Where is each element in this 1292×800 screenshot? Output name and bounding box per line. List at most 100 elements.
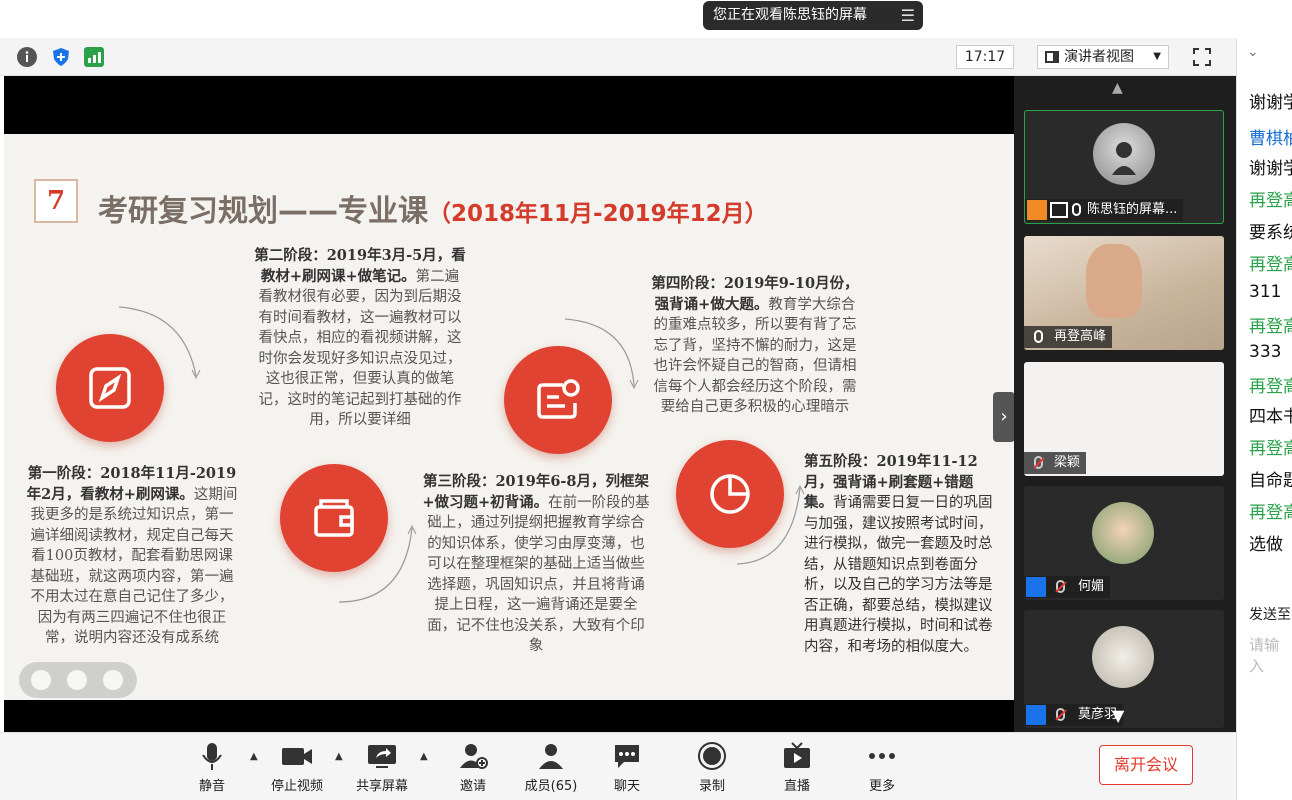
info-icon[interactable] [17, 47, 37, 67]
stage-1-body: 这期间我更多的是系统过知识点，第一遍详细阅读教材，规定自己每天看100页教材，配… [30, 486, 238, 647]
participant-name-bar: 梁颖 [1024, 452, 1087, 474]
caret-up-icon[interactable]: ▲ [335, 751, 343, 762]
microphone-icon [1034, 330, 1043, 343]
chat-message: 再登高 [1249, 255, 1292, 275]
more-button[interactable]: 更多 [847, 741, 917, 794]
participant-tile[interactable]: 陈思钰的屏幕... [1024, 110, 1224, 224]
chat-message: 选做 [1249, 535, 1283, 555]
next-page-button[interactable]: › [993, 392, 1015, 442]
chat-message: 再登高 [1249, 377, 1292, 397]
participant-tile[interactable]: 何媚 [1024, 486, 1224, 600]
members-button[interactable]: 成员(65) [516, 741, 586, 794]
record-icon [677, 741, 747, 771]
more-icon[interactable] [103, 670, 123, 690]
video-camera-icon [262, 741, 332, 771]
stage-2-body: 第二遍看教材很有必要，因为到后期没有时间看教材，这一遍教材可以看快点，相应的看视… [258, 268, 462, 429]
chat-message: 再登高 [1249, 503, 1292, 523]
chat-message: 谢谢学 [1249, 93, 1292, 113]
meeting-toolbar: 17:17 演讲者视图 ▼ [0, 38, 1236, 76]
arrow-arc [118, 306, 201, 380]
caret-up-icon[interactable]: ▲ [420, 751, 428, 762]
grid-icon[interactable] [31, 670, 51, 690]
layout-icon [1045, 51, 1059, 63]
live-stream-icon [762, 741, 832, 771]
muted-microphone-icon [1034, 456, 1043, 469]
video-feed [1086, 244, 1142, 318]
slide-title-range: （2018年11月-2019年12月） [428, 201, 768, 227]
avatar [1092, 626, 1154, 688]
microphone-icon [177, 741, 247, 771]
participant-name-bar: 陈思钰的屏幕... [1025, 199, 1184, 221]
live-button[interactable]: 直播 [762, 741, 832, 794]
chat-message: 再登高 [1249, 439, 1292, 459]
muted-microphone-icon [1056, 580, 1065, 593]
scroll-down-icon[interactable]: ▼ [1112, 706, 1124, 725]
stage-1-text: 第一阶段：2018年11月-2019年2月，看教材+刷网课。这期间我更多的是系统… [26, 464, 238, 649]
chat-bubble-icon [592, 741, 662, 771]
participant-tile[interactable]: 梁颖 [1024, 362, 1224, 476]
stage-2-text: 第二阶段：2019年3月-5月，看教材+刷网课+做笔记。第二遍看教材很有必要，因… [254, 246, 466, 431]
more-dots-icon [847, 741, 917, 771]
stop-video-button[interactable]: 停止视频 [262, 741, 332, 794]
screen-share-banner[interactable]: 您正在观看陈思钰的屏幕 ☰ [703, 1, 923, 30]
fullscreen-icon[interactable] [1192, 47, 1212, 67]
share-banner-text: 您正在观看陈思钰的屏幕 [713, 7, 867, 23]
stage-4-text: 第四阶段：2019年9-10月份，强背诵+做大题。教育学大综合的重难点较多，所以… [648, 274, 862, 418]
participant-name-bar: 再登高峰 [1024, 326, 1113, 348]
user-icon [1026, 705, 1046, 725]
chat-button[interactable]: 聊天 [592, 741, 662, 794]
view-mode-label: 演讲者视图 [1064, 49, 1134, 65]
shared-screen: 7 考研复习规划——专业课（2018年11月-2019年12月） 第一阶段：20… [4, 76, 1015, 732]
share-screen-button[interactable]: 共享屏幕 [347, 741, 417, 794]
bottom-control-bar: 静音 ▲ 停止视频 ▲ 共享屏幕 ▲ 邀请 成员(65) 聊天 录制 直播 更多… [0, 732, 1236, 800]
chat-message: 要系统 [1249, 223, 1292, 243]
emoji-icon[interactable] [67, 670, 87, 690]
host-icon [1027, 200, 1047, 220]
chat-message: 再登高 [1249, 317, 1292, 337]
chat-message: 谢谢学 [1249, 159, 1292, 179]
avatar [1092, 502, 1154, 564]
record-button[interactable]: 录制 [677, 741, 747, 794]
arrow-arc [736, 484, 805, 565]
avatar [1093, 123, 1155, 185]
top-bar: 您正在观看陈思钰的屏幕 ☰ [0, 0, 1292, 38]
shield-icon[interactable] [51, 47, 71, 67]
meeting-clock: 17:17 [956, 45, 1014, 69]
send-to-label: 发送至 [1249, 607, 1291, 623]
view-mode-dropdown[interactable]: 演讲者视图 ▼ [1037, 45, 1169, 69]
participant-name-bar: 何媚 [1024, 576, 1111, 598]
share-screen-icon [347, 741, 417, 771]
add-user-icon [438, 741, 508, 771]
chat-message: 311 [1249, 282, 1282, 302]
stage-4-body: 教育学大综合的重难点较多，所以要有背了忘忘了背，坚持不懈的耐力，这是也许会怀疑自… [653, 296, 857, 416]
mute-button[interactable]: 静音 [177, 741, 247, 794]
users-icon [516, 741, 586, 771]
participant-name-bar: 莫彦羽 [1024, 704, 1124, 726]
chat-message: 333 [1249, 342, 1282, 362]
arrow-arc [338, 524, 417, 603]
chat-panel: ⌄ 谢谢学曹棋柚谢谢学再登高要系统再登高311再登高333再登高四本书再登高自命… [1236, 38, 1292, 800]
signal-icon[interactable] [84, 47, 104, 67]
presentation-slide: 7 考研复习规划——专业课（2018年11月-2019年12月） 第一阶段：20… [4, 134, 1014, 700]
leave-meeting-button[interactable]: 离开会议 [1099, 745, 1193, 785]
chevron-down-icon[interactable]: ⌄ [1247, 44, 1259, 60]
stage-5-text: 第五阶段：2019年11-12月，强背诵+刷套题+错题集。背诵需要日复一日的巩固… [804, 452, 998, 657]
invite-button[interactable]: 邀请 [438, 741, 508, 794]
share-icon [1050, 202, 1068, 218]
participant-tile[interactable]: 再登高峰 [1024, 236, 1224, 350]
caret-up-icon[interactable]: ▲ [250, 751, 258, 762]
microphone-icon [1072, 203, 1081, 216]
muted-microphone-icon [1056, 708, 1065, 721]
chat-message: 曹棋柚 [1249, 129, 1292, 149]
chat-input[interactable]: 请输入 [1249, 634, 1292, 676]
stage-3-text: 第三阶段：2019年6-8月，列框架+做习题+初背诵。在前一阶段的基础上，通过列… [422, 472, 650, 657]
stage-3-body: 在前一阶段的基础上，通过列提纲把握教育学综合的知识体系，使学习由厚变薄，也可以在… [427, 494, 650, 655]
participants-panel: ▲ 陈思钰的屏幕... 再登高峰 梁颖 何媚 莫彦羽 ▼ [1014, 76, 1236, 732]
chat-message: 四本书 [1249, 407, 1292, 427]
chat-message: 再登高 [1249, 191, 1292, 211]
list-icon[interactable]: ☰ [901, 1, 915, 30]
user-icon [1026, 577, 1046, 597]
scroll-up-icon[interactable]: ▲ [1112, 80, 1123, 96]
reaction-bar[interactable] [19, 662, 137, 698]
slide-number: 7 [34, 179, 78, 223]
